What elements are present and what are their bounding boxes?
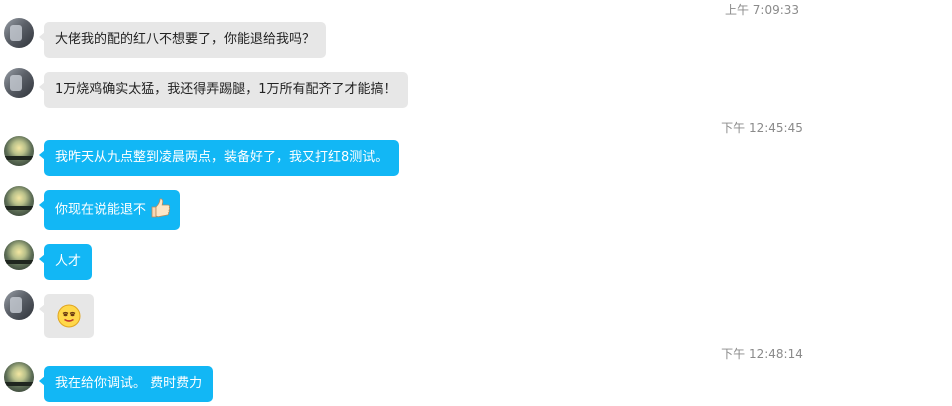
message-bubble: 人才 [38, 244, 93, 280]
message-bubble: 我在给你调试。 费时费力 [38, 366, 214, 402]
timestamp: 下午 12:48:14 [721, 347, 803, 361]
message-bubble: 1万烧鸡确实太猛，我还得弄踢腿，1万所有配齐了才能搞！ [39, 72, 408, 108]
message-bubble [39, 294, 94, 338]
avatar[interactable] [4, 290, 34, 320]
avatar[interactable] [4, 186, 34, 216]
thumbs-up-icon [148, 196, 172, 220]
timestamp: 上午 7:09:33 [724, 3, 800, 17]
message-bubble: 你现在说能退不 [38, 190, 181, 230]
avatar[interactable] [4, 18, 34, 48]
avatar[interactable] [4, 68, 34, 98]
timestamp: 下午 12:45:45 [721, 121, 803, 135]
smirk-emoji-icon [57, 304, 81, 328]
avatar[interactable] [4, 362, 34, 392]
message-text: 你现在说能退不 [55, 202, 147, 218]
avatar[interactable] [4, 136, 34, 166]
message-bubble: 大佬我的配的红八不想要了，你能退给我吗？ [38, 22, 327, 58]
avatar[interactable] [4, 240, 34, 270]
message-bubble: 我昨天从九点整到凌晨两点，装备好了，我又打红8测试。 [38, 140, 400, 176]
